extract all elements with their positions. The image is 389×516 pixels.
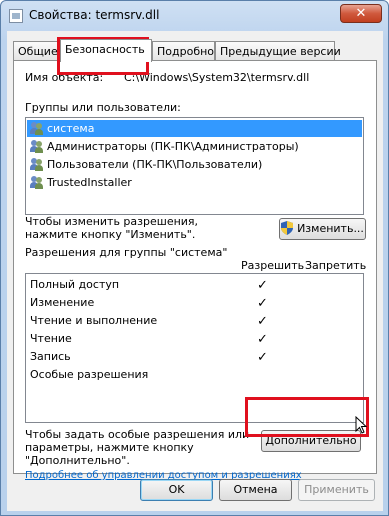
apply-button[interactable]: Применить [298,479,375,501]
dialog-client: Общие Безопасность Подробно Предыдущие в… [7,31,383,511]
permission-name: Чтение [30,332,72,345]
tab-security[interactable]: Безопасность [60,39,152,62]
users-icon [30,176,44,189]
permission-row: Чтение ✓ [26,330,363,348]
groups-label: Группы или пользователи: [25,101,181,114]
list-item-label: система [47,122,95,135]
allow-check-icon: ✓ [257,332,268,347]
deny-column-header: Запретить [305,259,367,272]
properties-window: Свойства: termsrv.dll ✕ Общие Безопаснос… [0,0,389,516]
close-button[interactable]: ✕ [340,4,382,23]
security-panel: Имя объекта: C:\Windows\System32\termsrv… [13,60,377,481]
permission-name: Чтение и выполнение [30,314,158,327]
permissions-label: Разрешения для группы "система" [25,246,228,259]
list-item-label: Пользователи (ПК-ПК\Пользователи) [47,158,263,171]
object-name-value: C:\Windows\System32\termsrv.dll [124,71,310,84]
object-name-label: Имя объекта: [25,71,104,84]
list-item-trustedinstaller[interactable]: TrustedInstaller [27,174,362,191]
allow-check-icon: ✓ [257,350,268,365]
edit-button[interactable]: Изменить... [279,218,366,240]
tab-general[interactable]: Общие [13,41,60,61]
cancel-button[interactable]: Отмена [219,479,292,501]
permission-row: Запись ✓ [26,348,363,366]
list-item-system[interactable]: система [27,120,362,137]
permissions-list: Полный доступ ✓ Изменение ✓ Чтение и вып… [25,273,364,423]
file-icon [9,9,23,23]
permission-name: Особые разрешения [30,368,149,381]
allow-check-icon: ✓ [257,296,268,311]
title-bar[interactable]: Свойства: termsrv.dll ✕ [1,1,388,31]
mouse-cursor-icon [355,416,367,434]
list-item-label: Администраторы (ПК-ПК\Администраторы) [47,140,299,153]
permission-name: Изменение [30,296,95,309]
tab-previous-versions[interactable]: Предыдущие версии [215,41,341,61]
permission-row: Полный доступ ✓ [26,276,363,294]
permission-name: Полный доступ [30,278,120,291]
ok-button[interactable]: OK [140,479,213,501]
permission-row: Особые разрешения [26,366,363,384]
list-item-administrators[interactable]: Администраторы (ПК-ПК\Администраторы) [27,138,362,155]
permission-row: Чтение и выполнение ✓ [26,312,363,330]
users-icon [30,158,44,171]
users-icon [30,140,44,153]
list-item-label: TrustedInstaller [47,176,132,189]
users-icon [30,122,44,135]
allow-check-icon: ✓ [257,314,268,329]
allow-column-header: Разрешить [241,259,305,272]
advanced-hint: Чтобы задать особые разрешения или парам… [25,428,250,467]
list-item-users[interactable]: Пользователи (ПК-ПК\Пользователи) [27,156,362,173]
groups-listbox[interactable]: система Администраторы (ПК-ПК\Администра… [25,117,364,215]
advanced-button[interactable]: Дополнительно [261,430,361,452]
window-title: Свойства: termsrv.dll [29,8,160,22]
permission-row: Изменение ✓ [26,294,363,312]
allow-check-icon: ✓ [257,278,268,293]
change-permissions-hint: Чтобы изменить разрешения, нажмите кнопк… [25,215,199,241]
permission-name: Запись [30,350,71,363]
uac-shield-icon [281,221,294,235]
tab-details[interactable]: Подробно [152,41,215,61]
edit-button-label: Изменить... [297,222,364,235]
